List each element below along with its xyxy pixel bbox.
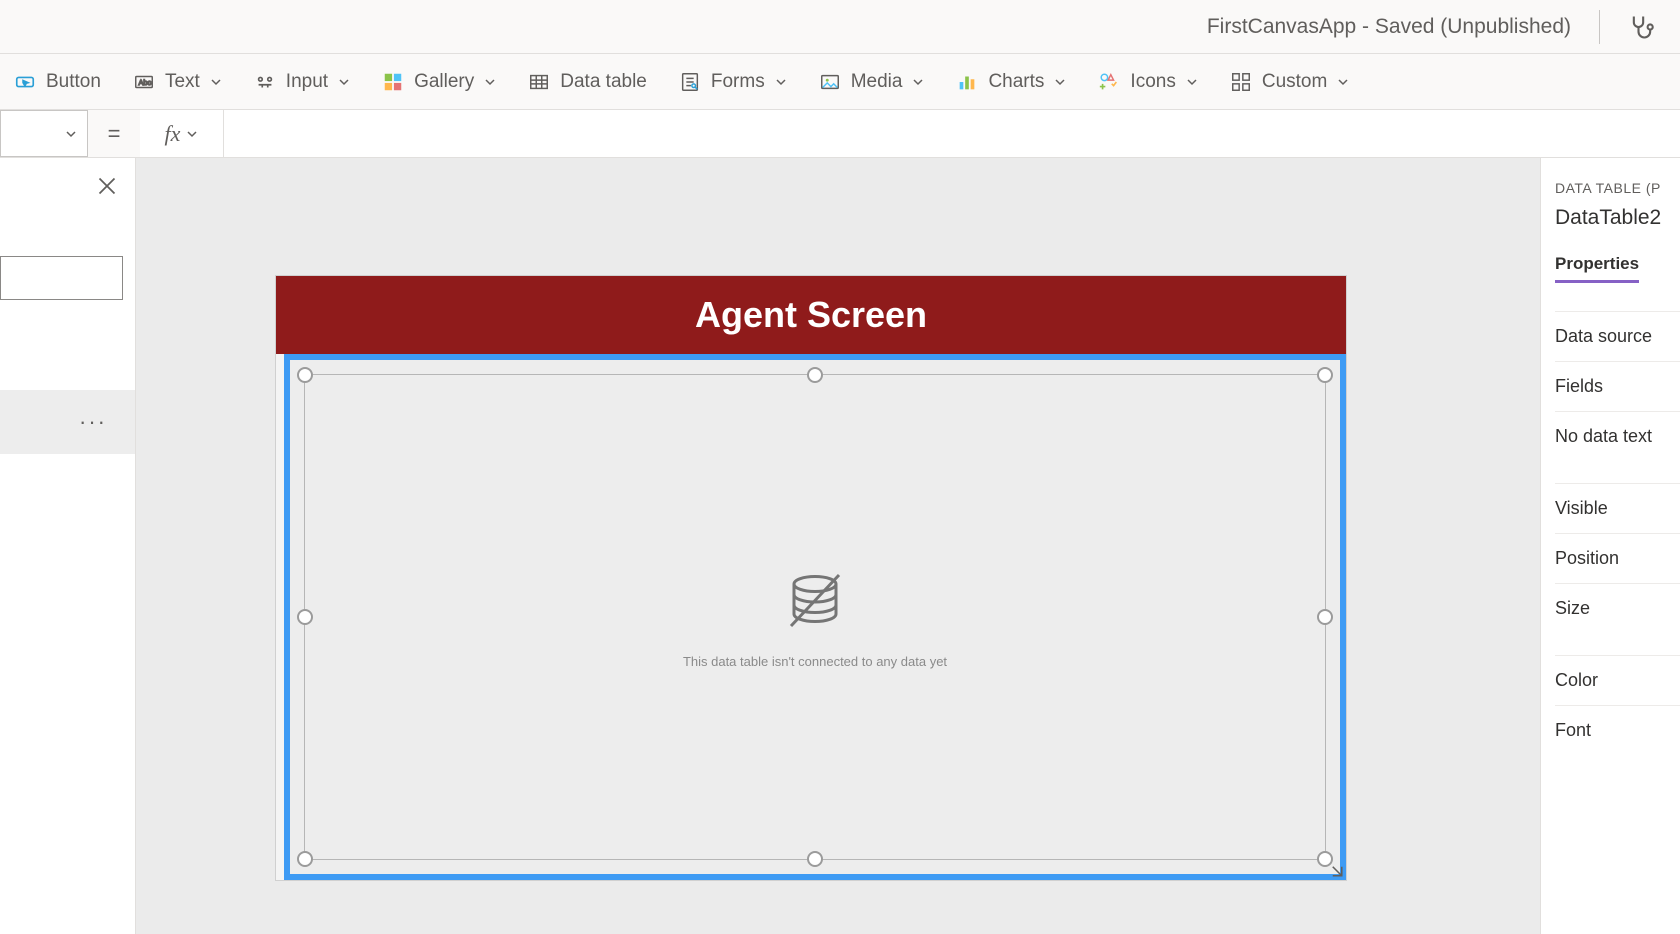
tree-panel: ···	[0, 158, 136, 934]
icons-icon	[1098, 71, 1120, 93]
insert-gallery[interactable]: Gallery	[382, 71, 496, 93]
media-icon	[819, 71, 841, 93]
chevron-down-icon	[210, 76, 222, 88]
screen-title: Agent Screen	[695, 294, 927, 336]
prop-no-data-text[interactable]: No data text	[1555, 411, 1680, 461]
charts-icon	[956, 71, 978, 93]
canvas[interactable]: Agent Screen This data table isn't conne…	[136, 158, 1540, 934]
fx-button[interactable]: fx	[140, 110, 224, 157]
database-empty-icon	[779, 566, 851, 638]
insert-forms[interactable]: Forms	[679, 71, 787, 93]
formula-bar: = fx	[0, 110, 1680, 158]
datatable-control[interactable]: This data table isn't connected to any d…	[304, 374, 1326, 860]
insert-charts-label: Charts	[988, 71, 1044, 93]
insert-button[interactable]: Button	[14, 71, 101, 93]
prop-color[interactable]: Color	[1555, 655, 1680, 705]
tab-properties[interactable]: Properties	[1555, 254, 1639, 283]
chevron-down-icon	[1337, 76, 1349, 88]
resize-handle[interactable]	[297, 609, 313, 625]
insert-custom[interactable]: Custom	[1230, 71, 1349, 93]
chevron-down-icon	[338, 76, 350, 88]
datatable-selection[interactable]: This data table isn't connected to any d…	[284, 354, 1346, 880]
chevron-down-icon	[186, 128, 198, 140]
control-type-label: DATA TABLE (P	[1555, 180, 1680, 196]
input-icon	[254, 71, 276, 93]
chevron-down-icon	[912, 76, 924, 88]
insert-charts[interactable]: Charts	[956, 71, 1066, 93]
insert-input-label: Input	[286, 71, 328, 93]
insert-media[interactable]: Media	[819, 71, 925, 93]
main-area: ··· Agent Screen This data table isn't c…	[0, 158, 1680, 934]
screen: Agent Screen This data table isn't conne…	[276, 276, 1346, 880]
insert-datatable[interactable]: Data table	[528, 71, 647, 93]
formula-input[interactable]	[224, 110, 1680, 157]
title-bar: FirstCanvasApp - Saved (Unpublished)	[0, 0, 1680, 54]
resize-corner-icon[interactable]	[1326, 860, 1344, 878]
property-dropdown[interactable]	[0, 110, 88, 157]
resize-handle[interactable]	[807, 851, 823, 867]
chevron-down-icon	[484, 76, 496, 88]
fx-label: fx	[165, 121, 181, 147]
resize-handle[interactable]	[297, 851, 313, 867]
resize-handle[interactable]	[1317, 367, 1333, 383]
prop-font[interactable]: Font	[1555, 705, 1680, 755]
close-icon[interactable]	[97, 176, 117, 196]
insert-custom-label: Custom	[1262, 71, 1327, 93]
insert-icons[interactable]: Icons	[1098, 71, 1197, 93]
insert-text[interactable]: Abc Text	[133, 71, 222, 93]
button-icon	[14, 71, 36, 93]
prop-position[interactable]: Position	[1555, 533, 1680, 583]
prop-fields[interactable]: Fields	[1555, 361, 1680, 411]
prop-size[interactable]: Size	[1555, 583, 1680, 633]
insert-icons-label: Icons	[1130, 71, 1175, 93]
app-title: FirstCanvasApp - Saved (Unpublished)	[1207, 15, 1571, 39]
screen-header: Agent Screen	[276, 276, 1346, 354]
properties-panel: DATA TABLE (P DataTable2 Properties Data…	[1540, 158, 1680, 934]
insert-input[interactable]: Input	[254, 71, 350, 93]
text-icon: Abc	[133, 71, 155, 93]
control-name[interactable]: DataTable2	[1555, 206, 1680, 230]
insert-media-label: Media	[851, 71, 903, 93]
forms-icon	[679, 71, 701, 93]
insert-text-label: Text	[165, 71, 200, 93]
chevron-down-icon	[775, 76, 787, 88]
resize-handle[interactable]	[1317, 609, 1333, 625]
no-data-message: This data table isn't connected to any d…	[683, 654, 947, 669]
chevron-down-icon	[65, 128, 77, 140]
insert-forms-label: Forms	[711, 71, 765, 93]
app-checker-icon[interactable]	[1628, 13, 1656, 41]
chevron-down-icon	[1186, 76, 1198, 88]
resize-handle[interactable]	[297, 367, 313, 383]
tree-search-input[interactable]	[0, 256, 123, 300]
more-icon[interactable]: ···	[79, 409, 107, 435]
insert-ribbon: Button Abc Text Input Gallery Data table…	[0, 54, 1680, 110]
gallery-icon	[382, 71, 404, 93]
insert-gallery-label: Gallery	[414, 71, 474, 93]
prop-visible[interactable]: Visible	[1555, 483, 1680, 533]
tree-selected-item[interactable]: ···	[0, 390, 135, 454]
svg-text:Abc: Abc	[138, 77, 151, 86]
insert-button-label: Button	[46, 71, 101, 93]
datatable-icon	[528, 71, 550, 93]
custom-icon	[1230, 71, 1252, 93]
resize-handle[interactable]	[807, 367, 823, 383]
equals-sign: =	[88, 110, 140, 157]
insert-datatable-label: Data table	[560, 71, 647, 93]
chevron-down-icon	[1054, 76, 1066, 88]
prop-data-source[interactable]: Data source	[1555, 311, 1680, 361]
title-divider	[1599, 10, 1600, 44]
